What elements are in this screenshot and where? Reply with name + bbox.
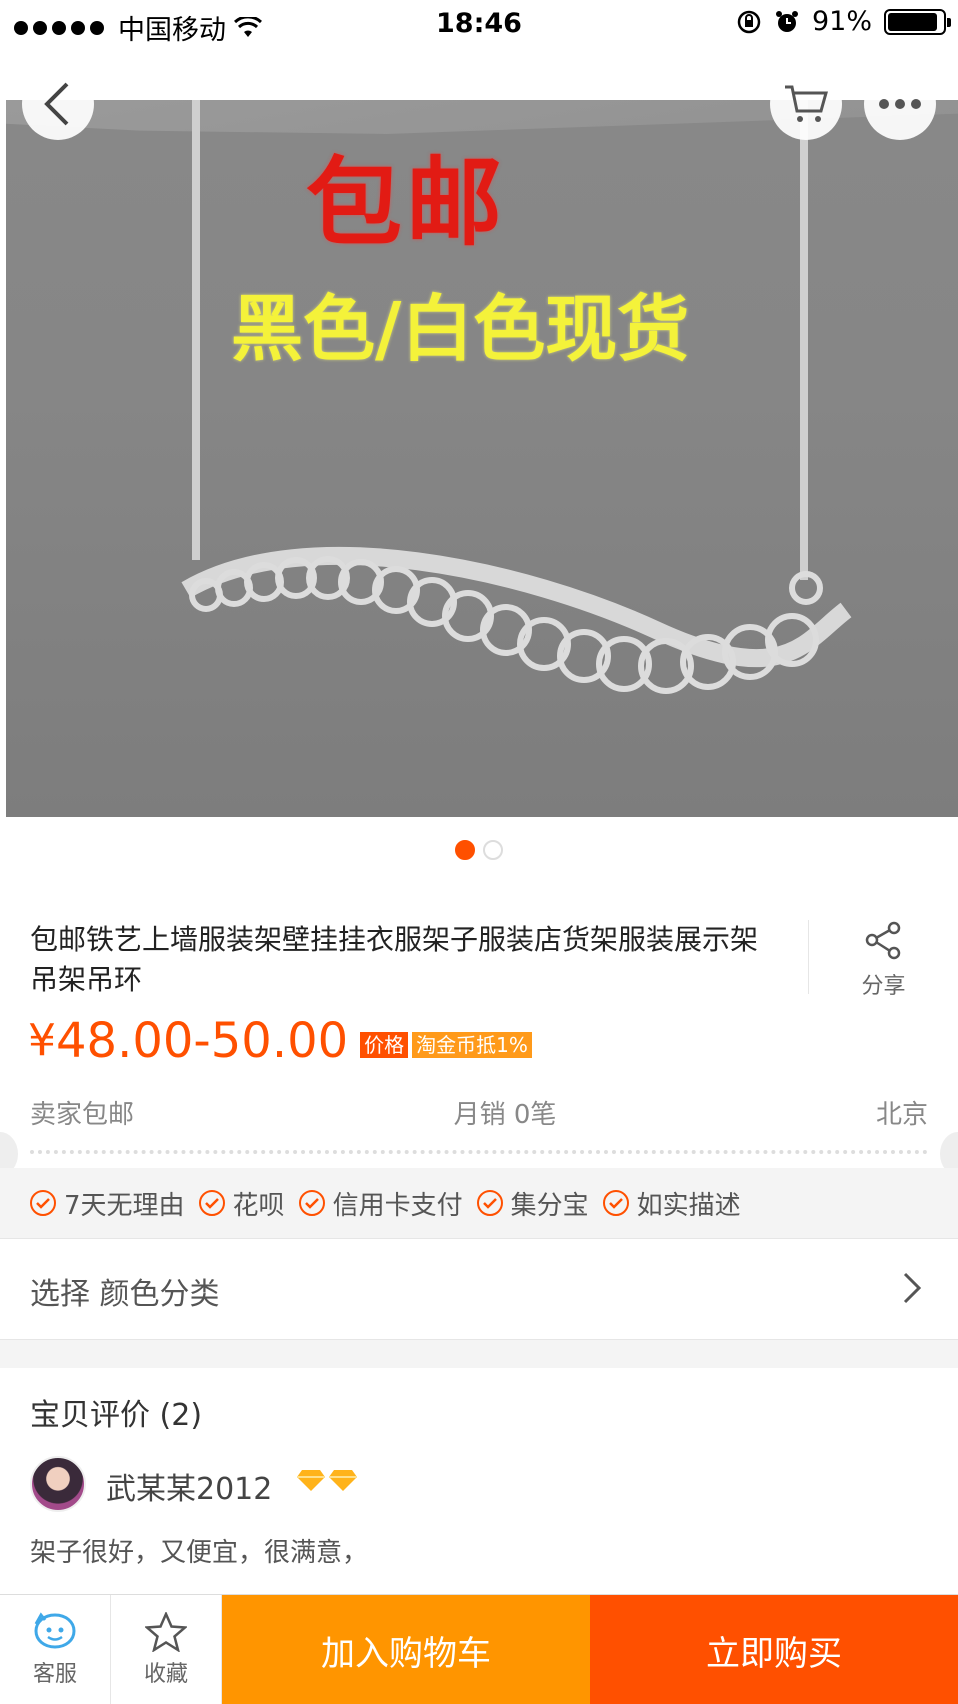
shipping-label: 卖家包邮 <box>30 1100 135 1130</box>
status-right: 91% <box>736 6 951 37</box>
product-photo[interactable]: 包邮 黑色/白色现货 <box>6 100 958 817</box>
share-label: 分享 <box>861 974 906 999</box>
price-range: 48.00-50.00 <box>56 1013 349 1069</box>
check-circle-icon <box>476 1190 503 1216</box>
battery-percent: 91% <box>811 6 872 37</box>
rotation-lock-icon <box>737 10 761 33</box>
product-gallery[interactable]: 包邮 黑色/白色现货 <box>0 48 958 898</box>
cart-icon <box>785 85 828 122</box>
add-to-cart-button[interactable]: 加入购物车 <box>222 1595 590 1704</box>
reviewer-name: 武某某2012 <box>106 1472 273 1507</box>
select-color-row[interactable]: 选择 颜色分类 <box>0 1238 958 1340</box>
more-button[interactable] <box>864 68 936 140</box>
check-circle-icon <box>30 1190 56 1216</box>
dotted-divider <box>30 1150 928 1154</box>
diamond-icon <box>297 1470 325 1491</box>
service-guarantees[interactable]: 7天无理由 花呗 信用卡支付 集分宝 如实描述 <box>0 1168 958 1238</box>
more-dots-icon <box>879 99 921 109</box>
avatar <box>30 1456 86 1512</box>
status-bar: 中国移动 18:46 91% <box>0 0 958 48</box>
price-tag: 价格 <box>360 1032 409 1058</box>
service-item: 花呗 <box>198 1185 285 1222</box>
battery-icon <box>884 8 951 35</box>
share-button[interactable]: 分享 <box>808 920 958 999</box>
overlay-colors-in-stock: 黑色/白色现货 <box>231 287 690 371</box>
monthly-sales: 月销 0笔 <box>453 1100 557 1130</box>
pager-dot <box>483 840 503 860</box>
diamond-icon <box>329 1470 357 1491</box>
reviews-section[interactable]: 宝贝评价 (2) 武某某2012 架子很好，又便宜，很满意， <box>0 1368 958 1594</box>
bottom-action-bar: 客服 收藏 加入购物车 立即购买 <box>0 1594 958 1704</box>
alarm-icon <box>775 10 798 32</box>
cart-button[interactable] <box>770 68 842 140</box>
customer-service-button[interactable]: 客服 <box>0 1595 111 1704</box>
favorite-button[interactable]: 收藏 <box>111 1595 222 1704</box>
customer-service-label: 客服 <box>32 1662 77 1687</box>
buy-now-button[interactable]: 立即购买 <box>590 1595 958 1704</box>
customer-service-icon <box>34 1612 76 1649</box>
check-circle-icon <box>198 1190 225 1216</box>
overlay-free-shipping: 包邮 <box>306 147 506 259</box>
pager-dot-active <box>455 840 475 860</box>
service-item: 信用卡支付 <box>298 1185 463 1222</box>
reviews-title: 宝贝评价 (2) <box>30 1398 203 1433</box>
product-info: 包邮铁艺上墙服装架壁挂挂衣服架子服装店货架服装展示架吊架吊环 分享 ¥ 48.0… <box>0 898 958 1238</box>
favorite-label: 收藏 <box>143 1662 188 1687</box>
price-currency: ¥ <box>28 1015 56 1066</box>
chevron-right-icon <box>903 1272 922 1304</box>
back-button[interactable] <box>22 68 94 140</box>
service-label: 集分宝 <box>510 1190 589 1221</box>
location-label: 北京 <box>875 1100 928 1130</box>
select-color-label: 选择 颜色分类 <box>30 1277 220 1312</box>
service-item: 集分宝 <box>476 1185 589 1222</box>
gallery-pager <box>0 840 958 860</box>
reviewer-level-gems <box>296 1468 358 1492</box>
coin-discount-tag: 淘金币抵1% <box>412 1032 532 1058</box>
review-text: 架子很好，又便宜，很满意， <box>30 1538 369 1568</box>
service-label: 信用卡支付 <box>332 1190 463 1221</box>
service-item: 如实描述 <box>602 1185 741 1222</box>
product-title: 包邮铁艺上墙服装架壁挂挂衣服架子服装店货架服装展示架吊架吊环 <box>30 923 759 996</box>
service-item: 7天无理由 <box>30 1185 185 1222</box>
service-label: 7天无理由 <box>64 1190 185 1221</box>
star-icon <box>145 1612 187 1652</box>
shipping-sales-location: 卖家包邮 月销 0笔 北京 <box>30 1094 928 1131</box>
check-circle-icon <box>602 1190 629 1216</box>
price-row: ¥ 48.00-50.00 价格 淘金币抵1% <box>28 1016 532 1066</box>
share-icon <box>865 921 900 960</box>
service-label: 如实描述 <box>636 1190 741 1221</box>
service-label: 花呗 <box>232 1190 285 1221</box>
chevron-left-icon <box>44 82 69 126</box>
check-circle-icon <box>298 1190 325 1216</box>
